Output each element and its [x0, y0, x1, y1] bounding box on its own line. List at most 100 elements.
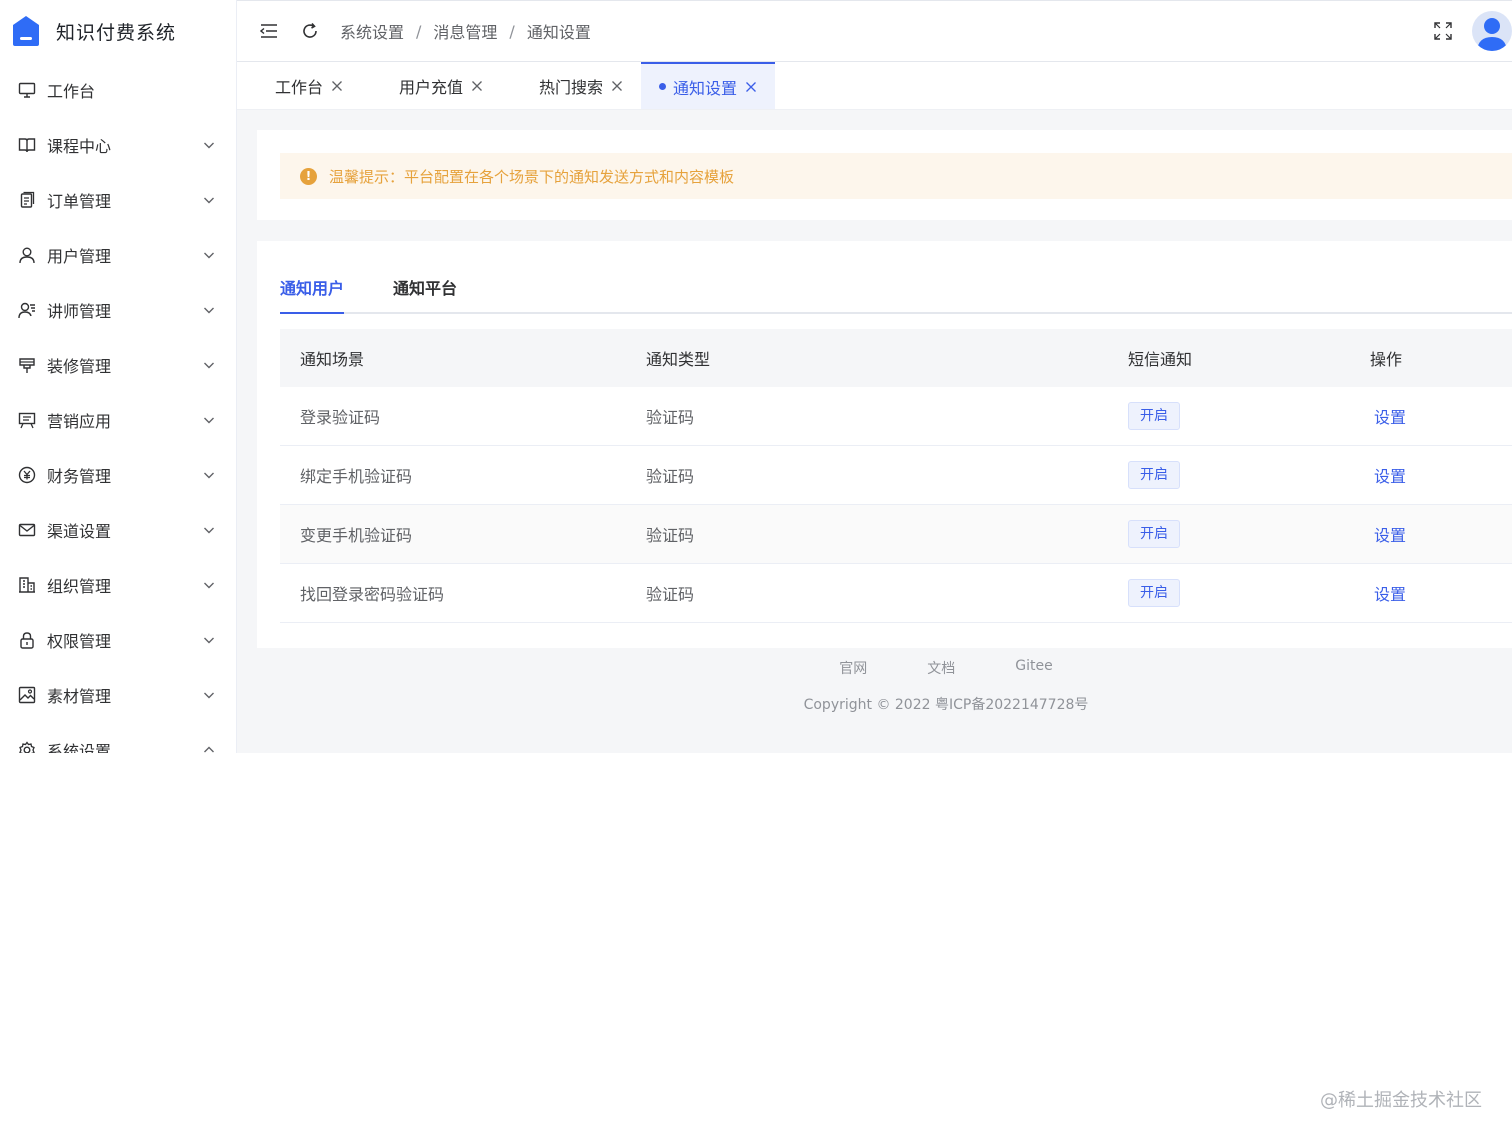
- sidebar-item-label: 系统设置: [47, 741, 112, 754]
- breadcrumb-item[interactable]: 消息管理: [433, 19, 497, 43]
- page-tab[interactable]: 用户充值: [361, 62, 501, 109]
- chevron-down-icon: [202, 523, 216, 537]
- close-icon[interactable]: [745, 81, 757, 93]
- main-area: 系统设置 / 消息管理 / 通知设置 工作台 用户充值 热门搜索 通知设置 ! 温馨提示：平台…: [237, 0, 1512, 753]
- fullscreen-icon[interactable]: [1433, 21, 1453, 41]
- sidebar-item-label: 讲师管理: [47, 301, 112, 321]
- page-tab-label: 通知设置: [673, 78, 738, 98]
- sidebar-item-label: 组织管理: [47, 576, 112, 596]
- book-icon: [18, 136, 36, 154]
- sidebar-item[interactable]: 营销应用: [0, 392, 236, 447]
- app-title: 知识付费系统: [56, 21, 177, 44]
- close-icon[interactable]: [611, 80, 623, 92]
- breadcrumb-item[interactable]: 系统设置: [340, 19, 404, 43]
- footer-link[interactable]: Gitee: [1015, 658, 1052, 678]
- finance-icon: [18, 466, 36, 484]
- content-area: ! 温馨提示：平台配置在各个场景下的通知发送方式和内容模板 通知用户 通知平台 通…: [237, 110, 1512, 753]
- notice-card: 通知用户 通知平台 通知场景 通知类型 短信通知 操作 登录验证码 验证码 开启 设置 绑定手机…: [257, 241, 1512, 648]
- chevron-down-icon: [202, 358, 216, 372]
- close-icon[interactable]: [471, 80, 483, 92]
- user-icon: [18, 246, 36, 264]
- settings-link[interactable]: 设置: [1374, 585, 1406, 604]
- sidebar-item[interactable]: 装修管理: [0, 337, 236, 392]
- page-tabs: 工作台 用户充值 热门搜索 通知设置: [237, 62, 1512, 110]
- chevron-up-icon: [202, 743, 216, 754]
- notice-sub-tab[interactable]: 通知用户: [280, 271, 345, 314]
- app-window: 知识付费系统 工作台 课程中心 订单管理 用户管理 讲师管理 装修管理 营销应用 财务管理 渠道…: [0, 0, 1512, 753]
- notice-table: 通知场景 通知类型 短信通知 操作 登录验证码 验证码 开启 设置 绑定手机验证码 验证码 开启设…: [280, 329, 1512, 623]
- marketing-icon: [18, 411, 36, 429]
- refresh-icon[interactable]: [300, 21, 320, 41]
- sidebar-item[interactable]: 课程中心: [0, 117, 236, 172]
- sidebar-item-label: 订单管理: [47, 191, 112, 211]
- settings-link[interactable]: 设置: [1374, 467, 1406, 486]
- type-cell: 验证码: [646, 408, 695, 427]
- page-tab-label: 工作台: [275, 77, 324, 97]
- collapse-menu-icon[interactable]: [259, 21, 279, 41]
- chevron-down-icon: [202, 303, 216, 317]
- table-row: 绑定手机验证码 验证码 开启 设置: [280, 446, 1512, 505]
- header: 系统设置 / 消息管理 / 通知设置: [237, 0, 1512, 62]
- sidebar-item[interactable]: 权限管理: [0, 612, 236, 667]
- sidebar-item[interactable]: 系统设置: [0, 722, 236, 753]
- column-header: 通知类型: [646, 350, 711, 369]
- action-cell: 设置: [1370, 463, 1512, 487]
- sidebar-item[interactable]: 组织管理: [0, 557, 236, 612]
- gear-icon: [18, 740, 36, 753]
- teacher-icon: [18, 301, 36, 319]
- lock-icon: [18, 631, 36, 649]
- sidebar-item[interactable]: 讲师管理: [0, 282, 236, 337]
- table-header: 通知场景 通知类型 短信通知 操作: [280, 329, 1512, 387]
- breadcrumb-item[interactable]: 通知设置: [527, 19, 591, 43]
- page-tab[interactable]: 工作台: [237, 62, 361, 109]
- action-cell: 设置: [1370, 581, 1512, 605]
- logo: 知识付费系统: [0, 0, 236, 62]
- breadcrumb-separator: /: [509, 21, 515, 41]
- sidebar-item[interactable]: 渠道设置: [0, 502, 236, 557]
- sidebar-item[interactable]: 工作台: [0, 62, 236, 117]
- sidebar-item[interactable]: 财务管理: [0, 447, 236, 502]
- sidebar-item[interactable]: 订单管理: [0, 172, 236, 227]
- page-tab[interactable]: 通知设置: [641, 62, 776, 109]
- logo-icon: [13, 16, 39, 46]
- avatar[interactable]: [1472, 11, 1512, 51]
- sms-cell: 开启: [1128, 520, 1370, 548]
- sidebar-item-label: 权限管理: [47, 631, 112, 651]
- type-cell: 验证码: [646, 526, 695, 545]
- decoration-icon: [18, 356, 36, 374]
- sms-cell: 开启: [1128, 402, 1370, 430]
- scene-cell: 找回登录密码验证码: [300, 585, 445, 604]
- sidebar-item-label: 渠道设置: [47, 521, 112, 541]
- footer-link[interactable]: 官网: [839, 658, 867, 678]
- scene-cell: 登录验证码: [300, 408, 381, 427]
- page-tab-label: 用户充值: [399, 77, 464, 97]
- settings-link[interactable]: 设置: [1374, 526, 1406, 545]
- notice-sub-tabs: 通知用户 通知平台: [280, 271, 1512, 314]
- sidebar-item-label: 财务管理: [47, 466, 112, 486]
- action-cell: 设置: [1370, 404, 1512, 428]
- breadcrumb: 系统设置 / 消息管理 / 通知设置: [340, 19, 591, 43]
- type-cell: 验证码: [646, 467, 695, 486]
- sidebar: 知识付费系统 工作台 课程中心订单管理用户管理讲师管理装修管理营销应用财务管理渠道…: [0, 0, 237, 753]
- chevron-down-icon: [202, 578, 216, 592]
- chevron-down-icon: [202, 468, 216, 482]
- settings-link[interactable]: 设置: [1374, 408, 1406, 427]
- page-tab[interactable]: 热门搜索: [501, 62, 641, 109]
- table-row: 登录验证码 验证码 开启 设置: [280, 387, 1512, 446]
- close-icon[interactable]: [331, 80, 343, 92]
- table-body: 登录验证码 验证码 开启 设置 绑定手机验证码 验证码 开启 设置 变更手机验证码 验证码 开启 设置…: [280, 387, 1512, 623]
- sidebar-item-label: 营销应用: [47, 411, 112, 431]
- sidebar-item[interactable]: 用户管理: [0, 227, 236, 282]
- chevron-down-icon: [202, 633, 216, 647]
- order-icon: [18, 191, 36, 209]
- sms-status-badge: 开启: [1128, 579, 1180, 607]
- picture-icon: [18, 686, 36, 704]
- footer-link[interactable]: 文档: [927, 658, 955, 678]
- footer-links: 官网 文档 Gitee: [237, 658, 1512, 678]
- sidebar-item-label: 装修管理: [47, 356, 112, 376]
- sms-status-badge: 开启: [1128, 520, 1180, 548]
- sms-cell: 开启: [1128, 579, 1370, 607]
- sidebar-item[interactable]: 素材管理: [0, 667, 236, 722]
- notice-sub-tab[interactable]: 通知平台: [393, 271, 457, 314]
- scene-cell: 变更手机验证码: [300, 526, 413, 545]
